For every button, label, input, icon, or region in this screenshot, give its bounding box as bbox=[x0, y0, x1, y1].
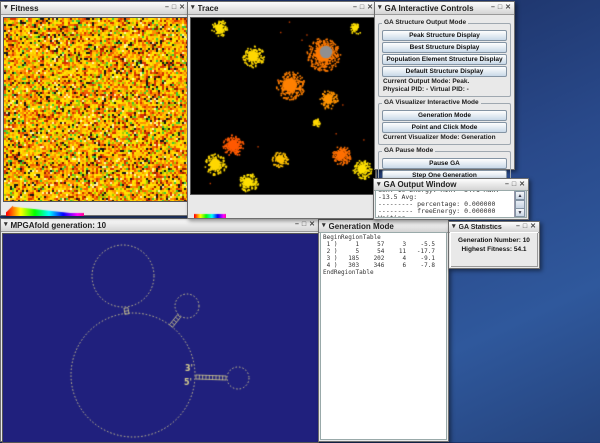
trace-canvas bbox=[190, 17, 376, 195]
best-structure-display-button[interactable]: Best Structure Display bbox=[382, 42, 507, 53]
close-icon[interactable]: ✕ bbox=[530, 223, 536, 231]
minimize-icon[interactable]: – bbox=[505, 181, 509, 189]
ga-output-window: ▾ GA Output Window – □ ✕ Gen: 10 Energy:… bbox=[373, 178, 529, 220]
ga-controls-titlebar[interactable]: ▾ GA Interactive Controls – □ ✕ bbox=[375, 2, 514, 15]
point-and-click-mode-button[interactable]: Point and Click Mode bbox=[382, 122, 507, 133]
close-icon[interactable]: ✕ bbox=[309, 221, 315, 229]
close-icon[interactable]: ✕ bbox=[367, 4, 373, 12]
peak-structure-display-button[interactable]: Peak Structure Display bbox=[382, 30, 507, 41]
fitness-heatmap-canvas bbox=[3, 17, 188, 202]
minimize-icon[interactable]: – bbox=[516, 223, 520, 231]
ga-controls-window: ▾ GA Interactive Controls – □ ✕ GA Struc… bbox=[374, 1, 515, 170]
generation-mode-window: ▾ Generation Mode BeginRegionTable 1 ) 1… bbox=[318, 219, 449, 442]
rna-structure-canvas bbox=[2, 233, 319, 443]
maximize-icon[interactable]: □ bbox=[172, 4, 176, 12]
group-label: GA Structure Output Mode bbox=[382, 19, 468, 26]
ga-statistics-window-title: GA Statistics bbox=[459, 224, 513, 231]
window-menu-icon[interactable]: ▾ bbox=[452, 223, 456, 231]
close-icon[interactable]: ✕ bbox=[505, 4, 511, 12]
ga-controls-window-title: GA Interactive Controls bbox=[385, 4, 488, 13]
window-menu-icon[interactable]: ▾ bbox=[4, 221, 8, 229]
vertical-scrollbar[interactable]: ▲ ▼ bbox=[514, 191, 526, 217]
trace-footer bbox=[188, 197, 376, 221]
ga-output-log: Gen: 10 Energy: Min: -54.1 Max: -13.5 Av… bbox=[375, 190, 527, 218]
generation-mode-window-title: Generation Mode bbox=[329, 222, 445, 231]
ga-statistics-panel: Generation Number: 10 Highest Fitness: 5… bbox=[450, 232, 538, 267]
structure-output-mode-group: GA Structure Output Mode Peak Structure … bbox=[378, 23, 511, 97]
maximize-icon[interactable]: □ bbox=[302, 221, 306, 229]
mpgafold-window-title: MPGAfold generation: 10 bbox=[11, 221, 292, 230]
ga-statistics-window: ▾ GA Statistics – □ ✕ Generation Number:… bbox=[448, 221, 540, 269]
window-menu-icon[interactable]: ▾ bbox=[377, 181, 381, 189]
default-structure-display-button[interactable]: Default Structure Display bbox=[382, 66, 507, 77]
highest-fitness-value: Highest Fitness: 54.1 bbox=[450, 245, 538, 254]
group-label: GA Pause Mode bbox=[382, 147, 435, 154]
window-menu-icon[interactable]: ▾ bbox=[322, 222, 326, 230]
scroll-down-icon[interactable]: ▼ bbox=[515, 208, 525, 217]
pause-ga-button[interactable]: Pause GA bbox=[382, 158, 507, 169]
generation-number-value: Generation Number: 10 bbox=[450, 236, 538, 245]
maximize-icon[interactable]: □ bbox=[523, 223, 527, 231]
current-output-mode-status: Current Output Mode: Peak. bbox=[381, 78, 508, 86]
minimize-icon[interactable]: – bbox=[165, 4, 169, 12]
trace-colorbar bbox=[194, 212, 226, 218]
trace-window-title: Trace bbox=[198, 4, 350, 13]
mpgafold-window: ▾ MPGAfold generation: 10 – □ ✕ bbox=[0, 218, 319, 442]
trace-titlebar[interactable]: ▾ Trace – □ ✕ bbox=[188, 2, 376, 15]
group-label: GA Visualizer Interactive Mode bbox=[382, 99, 481, 106]
fitness-footer bbox=[1, 204, 188, 218]
fitness-window-title: Fitness bbox=[11, 4, 162, 13]
visualizer-interactive-mode-group: GA Visualizer Interactive Mode Generatio… bbox=[378, 103, 511, 145]
fitness-window: ▾ Fitness – □ ✕ bbox=[0, 1, 189, 216]
current-visualizer-mode-status: Current Visualizer Mode: Generation bbox=[381, 134, 508, 142]
ga-output-window-title: GA Output Window bbox=[384, 180, 502, 189]
population-element-structure-display-button[interactable]: Population Element Structure Display bbox=[382, 54, 507, 65]
region-table-text: BeginRegionTable 1 ) 1 57 3 -5.5 2 ) 5 5… bbox=[323, 234, 446, 276]
close-icon[interactable]: ✕ bbox=[519, 181, 525, 189]
generation-mode-button[interactable]: Generation Mode bbox=[382, 110, 507, 121]
maximize-icon[interactable]: □ bbox=[360, 4, 364, 12]
region-table-panel: BeginRegionTable 1 ) 1 57 3 -5.5 2 ) 5 5… bbox=[320, 232, 447, 440]
window-menu-icon[interactable]: ▾ bbox=[4, 4, 8, 12]
scroll-up-icon[interactable]: ▲ bbox=[515, 191, 525, 200]
maximize-icon[interactable]: □ bbox=[512, 181, 516, 189]
fitness-colorbar bbox=[6, 205, 84, 216]
minimize-icon[interactable]: – bbox=[353, 4, 357, 12]
minimize-icon[interactable]: – bbox=[295, 221, 299, 229]
window-menu-icon[interactable]: ▾ bbox=[191, 4, 195, 12]
close-icon[interactable]: ✕ bbox=[179, 4, 185, 12]
pid-status: Physical PID: - Virtual PID: - bbox=[381, 86, 508, 94]
log-line: Waiting bbox=[378, 215, 513, 218]
maximize-icon[interactable]: □ bbox=[498, 4, 502, 12]
window-menu-icon[interactable]: ▾ bbox=[378, 4, 382, 12]
trace-window: ▾ Trace – □ ✕ bbox=[187, 1, 377, 219]
fitness-titlebar[interactable]: ▾ Fitness – □ ✕ bbox=[1, 2, 188, 15]
minimize-icon[interactable]: – bbox=[491, 4, 495, 12]
